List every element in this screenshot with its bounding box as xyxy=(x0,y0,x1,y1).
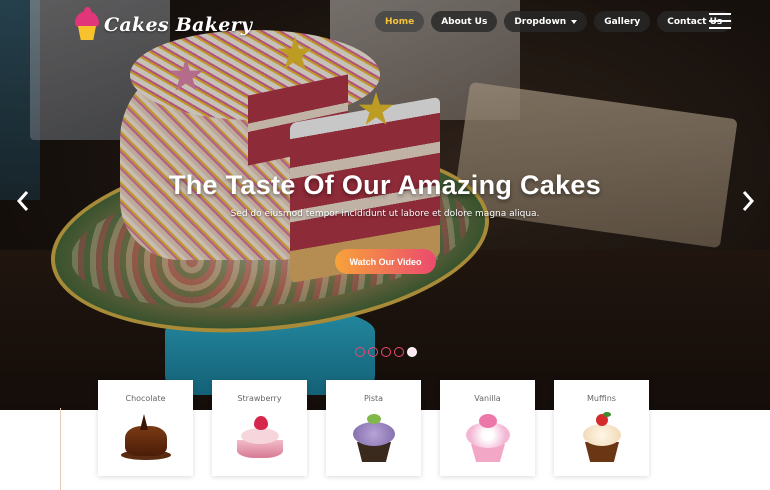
category-label: Pista xyxy=(363,394,384,403)
chocolate-cake-image xyxy=(121,412,171,464)
category-label: Muffins xyxy=(587,394,616,403)
category-label: Strawberry xyxy=(237,394,282,403)
nav-gallery[interactable]: Gallery xyxy=(594,11,651,32)
divider-line xyxy=(60,408,61,490)
category-label: Vanilla xyxy=(474,394,501,403)
nav-home-label: Home xyxy=(385,16,415,27)
category-card-vanilla[interactable]: Vanilla xyxy=(440,380,535,476)
slider-dots xyxy=(355,347,417,357)
main-nav: Home About Us Dropdown Gallery Contact U… xyxy=(375,11,733,32)
watch-video-button[interactable]: Watch Our Video xyxy=(335,249,436,274)
nav-dropdown[interactable]: Dropdown xyxy=(504,11,588,32)
hero-title: The Taste Of Our Amazing Cakes xyxy=(168,170,602,200)
nav-gallery-label: Gallery xyxy=(604,16,641,27)
category-card-chocolate[interactable]: Chocolate xyxy=(98,380,193,476)
hamburger-menu-icon[interactable] xyxy=(709,13,731,30)
nav-about-us[interactable]: About Us xyxy=(431,11,498,32)
slider-dot[interactable] xyxy=(381,347,391,357)
category-card-pista[interactable]: Pista xyxy=(326,380,421,476)
category-card-strawberry[interactable]: Strawberry xyxy=(212,380,307,476)
brand-name: Cakes Bakery xyxy=(104,14,253,36)
chevron-left-icon[interactable] xyxy=(15,190,31,212)
category-card-muffins[interactable]: Muffins xyxy=(554,380,649,476)
muffin-image xyxy=(577,412,627,464)
slider-dot-active[interactable] xyxy=(407,347,417,357)
slider-dot[interactable] xyxy=(355,347,365,357)
slider-dot[interactable] xyxy=(394,347,404,357)
nav-dropdown-label: Dropdown xyxy=(514,16,567,27)
nav-about-us-label: About Us xyxy=(441,16,488,27)
vanilla-cupcake-image xyxy=(463,412,513,464)
cupcake-logo-icon xyxy=(74,7,100,41)
slider-dot[interactable] xyxy=(368,347,378,357)
hero-subtitle: Sed do eiusmod tempor incididunt ut labo… xyxy=(230,209,540,219)
brand-logo[interactable]: Cakes Bakery xyxy=(74,6,252,44)
caret-down-icon xyxy=(571,19,578,24)
strawberry-cake-image xyxy=(235,412,285,464)
pista-cupcake-image xyxy=(349,412,399,464)
category-label: Chocolate xyxy=(125,394,166,403)
nav-home[interactable]: Home xyxy=(375,11,425,32)
chevron-right-icon[interactable] xyxy=(740,190,756,212)
